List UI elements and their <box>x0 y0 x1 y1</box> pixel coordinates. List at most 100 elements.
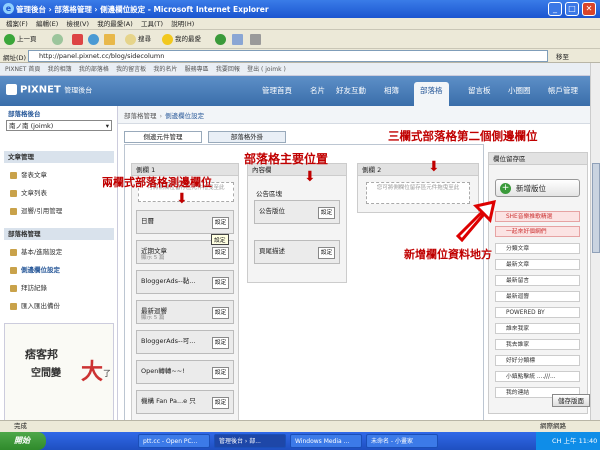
menu-view[interactable]: 檢視(V) <box>66 18 89 30</box>
refresh-button[interactable] <box>88 33 101 46</box>
breadcrumb-current: 側邊欄位設定 <box>165 112 205 120</box>
nav-album[interactable]: 相簿 <box>384 85 399 96</box>
reserve-item[interactable]: 一起來好個網們 <box>495 226 580 237</box>
nav-circle[interactable]: 小圈圈 <box>508 85 531 96</box>
toplink-home[interactable]: PIXNET 首頁 <box>5 63 40 76</box>
close-button[interactable]: ✕ <box>582 2 596 16</box>
toplink-report[interactable]: 我要回報 <box>216 63 240 76</box>
reserve-item[interactable]: 好好分類標 <box>495 355 580 366</box>
menu-edit[interactable]: 編輯(E) <box>36 18 58 30</box>
breadcrumb-blog[interactable]: 部落格管理 <box>124 112 157 120</box>
menu-tools[interactable]: 工具(T) <box>141 18 163 30</box>
menu-favorites[interactable]: 我的最愛(A) <box>97 18 133 30</box>
sidebar-item-settings[interactable]: 基本/進階設定 <box>10 246 62 256</box>
reserve-item[interactable]: 誰來我家 <box>495 323 580 334</box>
widget-setting-button[interactable]: 設定 <box>212 247 229 259</box>
toplink-album[interactable]: 我的相簿 <box>48 63 72 76</box>
pixnet-logo[interactable]: PIXNET 管理後台 <box>6 84 92 96</box>
toplink-service[interactable]: 服務專區 <box>185 63 209 76</box>
reserve-item[interactable]: 小鎮點擊統 ....///... <box>495 371 580 382</box>
print-button[interactable] <box>250 33 263 46</box>
address-label: 網址(D) <box>3 54 27 62</box>
home-button[interactable] <box>104 33 117 46</box>
save-layout-button[interactable]: 儲存版面 <box>552 394 590 407</box>
minimize-button[interactable]: _ <box>548 2 562 16</box>
go-button[interactable]: 移至 <box>556 51 569 61</box>
nav-card[interactable]: 名片 <box>310 85 325 96</box>
section-article-manage[interactable]: 文章管理 <box>4 151 114 163</box>
widget-calendar[interactable]: 日曆 設定 <box>136 210 234 234</box>
menu-help[interactable]: 說明(H) <box>171 18 194 30</box>
reserve-item[interactable]: SHE音樂推歌精選 <box>495 211 580 222</box>
toplink-logout[interactable]: 登出 ( joimk ) <box>247 63 286 76</box>
stop-button[interactable] <box>72 33 85 46</box>
widget-open[interactable]: Open轉轉~~! 設定 <box>136 360 234 384</box>
sidebar-item-article-list[interactable]: 文章列表 <box>10 187 47 197</box>
widget-bloggerads-1[interactable]: BloggerAds--黏... 設定 <box>136 270 234 294</box>
mail-button[interactable] <box>232 33 245 46</box>
nav-account[interactable]: 帳戶管理 <box>548 85 578 96</box>
lang-indicator[interactable]: CH <box>552 437 561 445</box>
status-bar: 完成 網際網路 <box>0 420 600 432</box>
maximize-button[interactable]: □ <box>565 2 579 16</box>
annotation-arrow-left: ⬇ <box>176 191 188 207</box>
blog-select[interactable]: 南ノ南 (joimk) <box>6 120 112 131</box>
content-column: 內容欄 公告區塊 公告版位 設定 頁尾描述 設定 <box>247 163 347 283</box>
media-button[interactable] <box>215 33 228 46</box>
reserve-item[interactable]: 最新文章 <box>495 259 580 270</box>
reserve-item[interactable]: 我去誰家 <box>495 339 580 350</box>
nav-dashboard[interactable]: 管理首頁 <box>262 85 292 96</box>
widget-fanpage[interactable]: 機構 Fan Pa...e 只設定 <box>136 390 234 414</box>
back-button[interactable]: 上一頁 <box>4 33 37 46</box>
toplink-blog[interactable]: 我的部落格 <box>79 63 109 76</box>
tab-plugins[interactable]: 部落格外掛 <box>208 131 286 143</box>
widget-setting-button[interactable]: 設定 <box>212 397 229 409</box>
toplink-card[interactable]: 我的名片 <box>153 63 177 76</box>
search-button[interactable]: 搜尋 <box>125 33 151 46</box>
section-blog-manage[interactable]: 部落格管理 <box>4 228 114 240</box>
widget-announcement[interactable]: 公告版位 設定 <box>254 200 340 224</box>
widget-footer[interactable]: 頁尾描述 設定 <box>254 240 340 264</box>
task-ptt[interactable]: ptt.cc - Open PC... <box>138 434 210 448</box>
system-tray: CH 上午 11:40 <box>536 432 600 450</box>
task-media[interactable]: Windows Media ... <box>290 434 362 448</box>
widget-setting-button[interactable]: 設定 <box>212 217 229 229</box>
menu-file[interactable]: 檔案(F) <box>6 18 28 30</box>
forward-button[interactable] <box>52 33 65 46</box>
widget-setting-button[interactable]: 設定 <box>212 277 229 289</box>
widget-setting-button[interactable]: 設定 <box>318 247 335 259</box>
stop-icon <box>72 33 83 45</box>
reserve-item[interactable]: POWERED BY <box>495 307 580 318</box>
sidebar-item-comments[interactable]: 迴響/引用管理 <box>10 205 62 215</box>
scrollbar-thumb[interactable] <box>592 163 600 253</box>
reserve-item[interactable]: 最新迴響 <box>495 291 580 302</box>
start-button[interactable]: 開始 <box>0 432 46 450</box>
task-pixnet[interactable]: 管理後台 › 部... <box>214 434 286 448</box>
widget-bloggerads-2[interactable]: BloggerAds--可... 設定 <box>136 330 234 354</box>
favorites-button[interactable]: 我的最愛 <box>162 33 201 46</box>
nav-blog[interactable]: 部落格 <box>414 82 449 106</box>
sidebar-item-post[interactable]: 發表文章 <box>10 169 47 179</box>
tab-widget-manage[interactable]: 側邊元件管理 <box>124 131 202 143</box>
reserve-item[interactable]: 最新留言 <box>495 275 580 286</box>
ad-line2: 空間變 <box>31 368 61 379</box>
pixnet-top-links: PIXNET 首頁 我的相簿 我的部落格 我的留言板 我的名片 服務專區 我要回… <box>0 63 600 76</box>
sidebar-item-sidecolumn[interactable]: 側邊欄位設定 <box>10 264 60 274</box>
sidebar-item-visits[interactable]: 拜訪紀錄 <box>10 282 47 292</box>
media-icon <box>215 33 226 45</box>
nav-friends[interactable]: 好友互動 <box>336 85 366 96</box>
toplink-guestbook[interactable]: 我的留言板 <box>116 63 146 76</box>
reserve-item[interactable]: 分類文章 <box>495 243 580 254</box>
widget-setting-button[interactable]: 設定 <box>318 207 335 219</box>
add-widget-button[interactable]: + 新增版位 <box>495 179 580 197</box>
sidebar-item-backup[interactable]: 匯入匯出備份 <box>10 300 60 310</box>
nav-guestbook[interactable]: 留言板 <box>468 85 491 96</box>
page-scrollbar[interactable] <box>590 63 600 420</box>
widget-setting-button[interactable]: 設定 <box>212 367 229 379</box>
address-input[interactable]: http://panel.pixnet.cc/blog/sidecolumn <box>28 50 548 62</box>
widget-setting-button[interactable]: 設定 <box>212 337 229 349</box>
space-upgrade-ad[interactable]: 痞客邦 空間變 大 了 <box>4 323 114 423</box>
widget-recent-comments[interactable]: 最新迴響 顯示 5 篇設定 <box>136 300 234 324</box>
task-paint[interactable]: 未命名 - 小畫家 <box>366 434 438 448</box>
widget-setting-button[interactable]: 設定 <box>212 307 229 319</box>
